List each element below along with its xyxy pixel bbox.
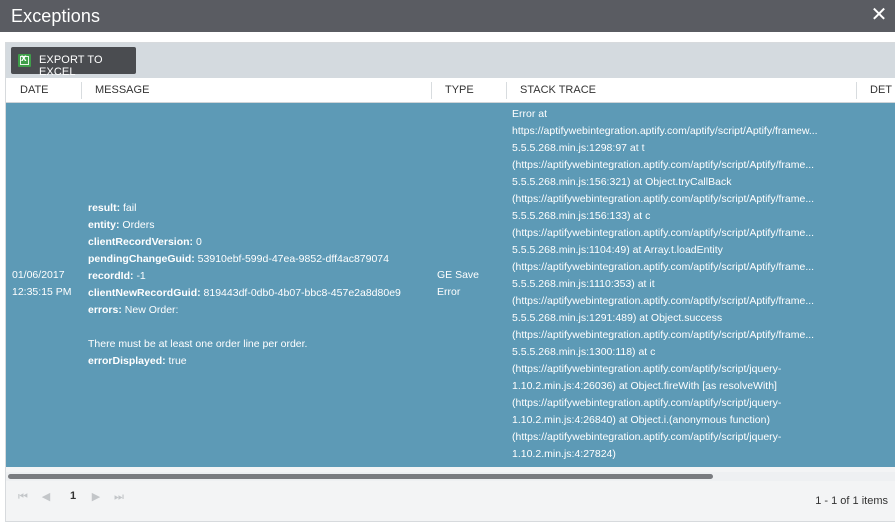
stack-trace-line: 5.5.5.268.min.js:1110:353) at it — [512, 278, 655, 290]
message-value: 0 — [195, 236, 202, 248]
exceptions-grid: EXPORT TO EXCEL DATE MESSAGE TYPE STACK … — [5, 42, 895, 522]
export-button-label: EXPORT TO EXCEL — [39, 54, 103, 78]
first-page-icon[interactable]: ⏮ — [16, 490, 30, 504]
column-header-message[interactable]: MESSAGE — [95, 78, 425, 102]
column-divider[interactable] — [506, 82, 507, 99]
cell-type: GE Save Error — [437, 267, 497, 301]
type-value: Error — [437, 286, 461, 298]
message-key: errorDisplayed: — [88, 355, 166, 367]
stack-trace-line: 1.10.2.min.js:4:26840) at Object.i.(anon… — [512, 414, 770, 426]
pager-info: 1 - 1 of 1 items — [815, 495, 888, 507]
window-title-bar: Exceptions ✕ — [0, 0, 895, 32]
last-page-icon[interactable]: ⏭ — [112, 490, 126, 504]
message-line: errorDisplayed: true — [88, 353, 428, 370]
stack-trace-line: (https://aptifywebintegration.aptify.com… — [512, 159, 815, 171]
stack-trace-line: (https://aptifywebintegration.aptify.com… — [512, 295, 815, 307]
message-key: recordId: — [88, 270, 134, 282]
table-row[interactable]: 01/06/2017 12:35:15 PM result: fail entit… — [6, 103, 895, 467]
message-value: Orders — [122, 219, 155, 231]
stack-trace-line: 1.10.2.min.js:4:26036) at Object.fireWit… — [512, 380, 777, 392]
stack-trace-line: (https://aptifywebintegration.aptify.com… — [512, 227, 815, 239]
message-line: clientRecordVersion: 0 — [88, 234, 428, 251]
message-key: result: — [88, 202, 121, 214]
message-line: errors: New Order: — [88, 302, 428, 319]
message-key: clientRecordVersion: — [88, 236, 194, 248]
stack-trace-line: Error at — [512, 108, 548, 120]
column-header-date[interactable]: DATE — [20, 78, 80, 102]
stack-trace-line: (https://aptifywebintegration.aptify.com… — [512, 329, 815, 341]
stack-trace-line: 5.5.5.268.min.js:1298:97 at t — [512, 142, 645, 154]
stack-trace-line: (https://aptifywebintegration.aptify.com… — [512, 193, 815, 205]
grid-toolbar: EXPORT TO EXCEL — [6, 43, 895, 78]
message-key: entity: — [88, 219, 120, 231]
stack-trace-line: (https://aptifywebintegration.aptify.com… — [512, 397, 782, 409]
message-value: 819443df-0db0-4b07-bbc8-457e2a8d80e9 — [203, 287, 401, 299]
type-value: GE Save — [437, 269, 480, 281]
message-line — [88, 319, 428, 336]
message-line: clientNewRecordGuid: 819443df-0db0-4b07-… — [88, 285, 428, 302]
message-key: clientNewRecordGuid: — [88, 287, 201, 299]
cell-date: 01/06/2017 12:35:15 PM — [12, 267, 82, 301]
scrollbar-thumb[interactable] — [8, 474, 713, 479]
prev-page-icon[interactable]: ◀ — [39, 490, 53, 504]
stack-trace-line: 5.5.5.268.min.js:1300:118) at c — [512, 346, 656, 358]
message-value: There must be at least one order line pe… — [88, 338, 308, 350]
close-icon[interactable]: ✕ — [869, 4, 889, 26]
message-line: There must be at least one order line pe… — [88, 336, 428, 353]
stack-trace-line: (https://aptifywebintegration.aptify.com… — [512, 261, 815, 273]
excel-icon — [18, 53, 31, 67]
window-title: Exceptions — [11, 6, 101, 26]
column-divider[interactable] — [81, 82, 82, 99]
column-header-details[interactable]: DET — [870, 78, 895, 102]
message-line: entity: Orders — [88, 217, 428, 234]
message-value: fail — [123, 202, 137, 214]
message-line: result: fail — [88, 200, 428, 217]
cell-stack-trace: Error at https://aptifywebintegration.apt… — [512, 106, 852, 463]
message-value: New Order: — [124, 304, 179, 316]
message-key: errors: — [88, 304, 122, 316]
stack-trace-line: 5.5.5.268.min.js:156:321) at Object.tryC… — [512, 176, 732, 188]
column-header-stack-trace[interactable]: STACK TRACE — [520, 78, 850, 102]
message-line: recordId: -1 — [88, 268, 428, 285]
message-value: true — [168, 355, 187, 367]
stack-trace-line: 5.5.5.268.min.js:156:133) at c — [512, 210, 651, 222]
column-divider[interactable] — [856, 82, 857, 99]
export-to-excel-button[interactable]: EXPORT TO EXCEL — [11, 47, 136, 78]
stack-trace-line: (https://aptifywebintegration.aptify.com… — [512, 431, 782, 443]
stack-trace-line: 5.5.5.268.min.js:1291:489) at Object.suc… — [512, 312, 723, 324]
stack-trace-line: 1.10.2.min.js:4:27824) — [512, 448, 616, 460]
message-value: -1 — [136, 270, 146, 282]
stack-trace-line: 5.5.5.268.min.js:1104:49) at Array.t.loa… — [512, 244, 723, 256]
date-value: 01/06/2017 — [12, 269, 65, 281]
pager: ⏮ ◀ 1 ▶ ⏭ 1 - 1 of 1 items — [6, 485, 895, 521]
page-number[interactable]: 1 — [66, 490, 80, 502]
column-header-type[interactable]: TYPE — [445, 78, 495, 102]
stack-trace-line: (https://aptifywebintegration.aptify.com… — [512, 363, 782, 375]
stack-trace-line: https://aptifywebintegration.aptify.com/… — [512, 125, 818, 137]
message-key: pendingChangeGuid: — [88, 253, 195, 265]
horizontal-scrollbar[interactable] — [6, 472, 895, 481]
next-page-icon[interactable]: ▶ — [89, 490, 103, 504]
column-divider[interactable] — [431, 82, 432, 99]
grid-header: DATE MESSAGE TYPE STACK TRACE DET — [6, 78, 895, 103]
cell-message: result: fail entity: Orders clientRecordVe… — [88, 200, 428, 370]
message-value: 53910ebf-599d-47ea-9852-dff4ac879074 — [197, 253, 389, 265]
time-value: 12:35:15 PM — [12, 286, 72, 298]
message-line: pendingChangeGuid: 53910ebf-599d-47ea-98… — [88, 251, 428, 268]
